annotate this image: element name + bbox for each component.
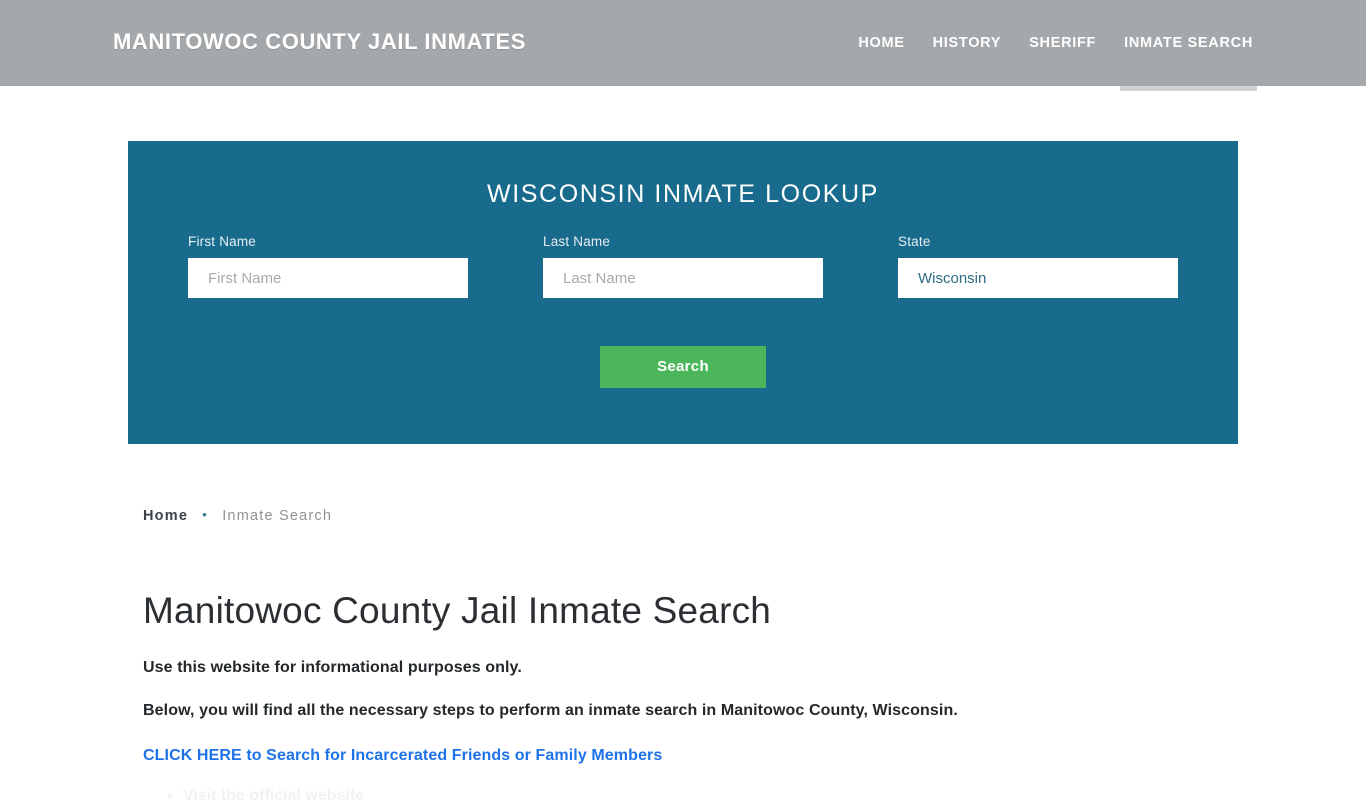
nav-item-home[interactable]: Home bbox=[844, 32, 918, 54]
search-button-wrapper: Search bbox=[128, 346, 1238, 388]
breadcrumb-separator-dot-icon: • bbox=[201, 508, 209, 524]
first-name-label: First Name bbox=[188, 234, 257, 249]
last-name-field-group: Last Name bbox=[543, 234, 823, 298]
inmate-lookup-panel: Wisconsin Inmate Lookup First Name Last … bbox=[128, 141, 1238, 444]
site-brand-title[interactable]: Manitowoc County Jail Inmates bbox=[113, 29, 526, 55]
state-input[interactable] bbox=[898, 258, 1178, 298]
first-name-field-group: First Name bbox=[188, 234, 468, 298]
site-header: Manitowoc County Jail Inmates Home Histo… bbox=[0, 0, 1366, 91]
search-button[interactable]: Search bbox=[600, 346, 766, 388]
nav-item-sheriff[interactable]: Sheriff bbox=[1015, 32, 1110, 54]
breadcrumb-home-link[interactable]: Home bbox=[143, 508, 188, 524]
lookup-fields-row: First Name Last Name State bbox=[128, 234, 1238, 322]
first-name-input[interactable] bbox=[188, 258, 468, 298]
state-field-group: State bbox=[898, 234, 1178, 298]
page-title: Manitowoc County Jail Inmate Search bbox=[143, 590, 772, 631]
list-item: Visit the official website bbox=[183, 787, 1233, 805]
intro-paragraph-1: Use this website for informational purpo… bbox=[143, 658, 522, 676]
last-name-input[interactable] bbox=[543, 258, 823, 298]
nav-item-history[interactable]: History bbox=[919, 32, 1016, 54]
main-navigation: Home History Sheriff Inmate Search bbox=[844, 32, 1257, 91]
breadcrumb: Home • Inmate Search bbox=[143, 500, 1233, 532]
lookup-panel-title: Wisconsin Inmate Lookup bbox=[487, 180, 879, 208]
search-incarcerated-cta-link[interactable]: CLICK HERE to Search for Incarcerated Fr… bbox=[143, 747, 1233, 765]
state-label: State bbox=[898, 234, 931, 249]
breadcrumb-current-page: Inmate Search bbox=[222, 508, 333, 524]
main-content: Home • Inmate Search Manitowoc County Ja… bbox=[143, 500, 1233, 805]
steps-list: Visit the official website bbox=[143, 787, 1233, 805]
nav-item-inmate-search[interactable]: Inmate Search bbox=[1110, 32, 1257, 91]
intro-paragraph-2: Below, you will find all the necessary s… bbox=[143, 701, 958, 719]
last-name-label: Last Name bbox=[543, 234, 611, 249]
